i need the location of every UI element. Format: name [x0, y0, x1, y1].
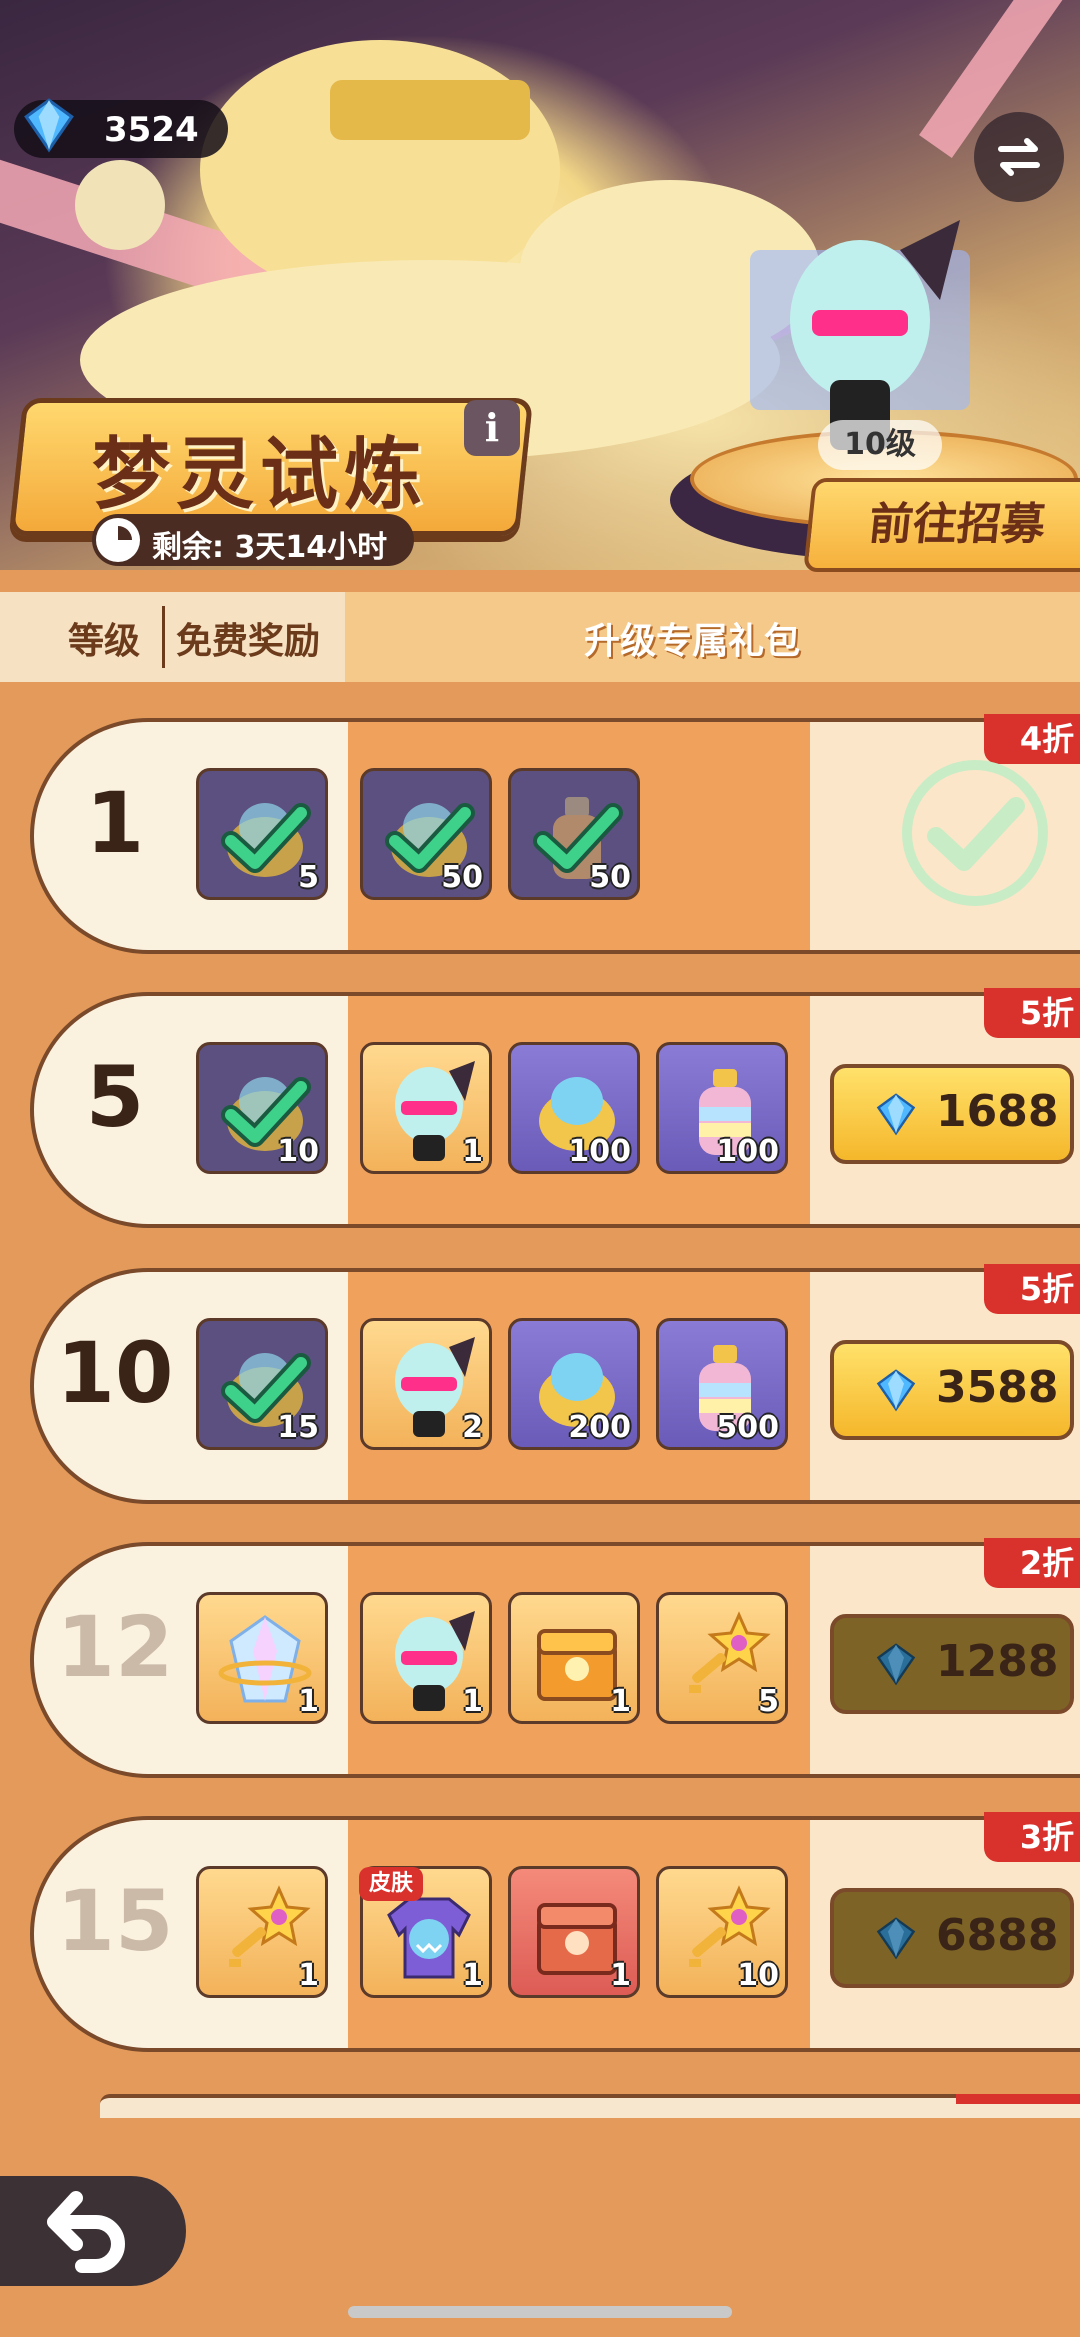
item-quantity: 100	[716, 1134, 779, 1169]
clock-icon	[96, 518, 140, 562]
discount-badge: 2折	[984, 1538, 1080, 1588]
header-upgrade-pack: 升级专属礼包	[584, 621, 801, 662]
buy-button[interactable]: 6888	[830, 1888, 1074, 1988]
pack-item[interactable]: 50	[360, 768, 492, 900]
discount-badge: 5折	[984, 988, 1080, 1038]
price-label: 1288	[936, 1636, 1059, 1687]
pack-item[interactable]: 1	[360, 1042, 492, 1174]
free-reward-item[interactable]: 10	[196, 1042, 328, 1174]
event-title: 梦灵试炼	[92, 430, 429, 520]
header-divider	[162, 606, 165, 668]
time-remaining: 剩余: 3天14小时	[92, 514, 414, 566]
reward-row-level-10: 10 15 2 200 500 5折 3588	[30, 1264, 1080, 1504]
home-indicator[interactable]	[348, 2306, 732, 2318]
gem-counter: 3524	[14, 98, 228, 158]
timer-text: 剩余: 3天14小时	[152, 530, 388, 565]
reward-row-level-1: 1 5 50 50 4折	[30, 714, 1080, 954]
item-quantity: 1	[610, 1684, 631, 1719]
diamond-icon	[876, 1917, 916, 1960]
swap-arrows-icon	[998, 138, 1040, 176]
item-quantity: 50	[589, 860, 631, 895]
pack-item[interactable]: 1	[360, 1592, 492, 1724]
item-quantity: 200	[568, 1410, 631, 1445]
discount-badge: 3折	[984, 1812, 1080, 1862]
swap-button[interactable]	[974, 112, 1064, 202]
item-quantity: 100	[568, 1134, 631, 1169]
buy-button[interactable]: 1288	[830, 1614, 1074, 1714]
pack-item[interactable]: 100	[508, 1042, 640, 1174]
hero-level-badge: 10级	[818, 420, 942, 470]
purchased-check-icon	[902, 760, 1048, 906]
discount-badge: 4折	[984, 714, 1080, 764]
discount-badge: 5折	[984, 1264, 1080, 1314]
row-level: 12	[56, 1598, 174, 1696]
gem-count: 3524	[104, 110, 199, 150]
row-level: 1	[85, 774, 145, 872]
buy-button[interactable]: 1688	[830, 1064, 1074, 1164]
pack-item[interactable]: 1	[508, 1592, 640, 1724]
diamond-icon	[876, 1643, 916, 1686]
item-quantity: 15	[277, 1410, 319, 1445]
row-level: 5	[85, 1048, 145, 1146]
item-quantity: 50	[441, 860, 483, 895]
back-arrow-icon	[47, 2191, 125, 2273]
diamond-icon	[24, 98, 74, 153]
pack-item[interactable]: 5	[656, 1592, 788, 1724]
reward-row-level-12: 12 1 1 1 5 2折 1288	[30, 1538, 1080, 1778]
item-quantity: 1	[462, 1134, 483, 1169]
free-reward-item[interactable]: 1	[196, 1866, 328, 1998]
pack-item[interactable]: 2	[360, 1318, 492, 1450]
price-label: 3588	[936, 1362, 1059, 1413]
reward-row-level-5: 5 10 1 100 100 5折 1688	[30, 988, 1080, 1228]
recruit-button[interactable]: 前往招募	[803, 478, 1080, 572]
price-label: 6888	[936, 1910, 1059, 1961]
free-reward-item[interactable]: 15	[196, 1318, 328, 1450]
item-quantity: 5	[298, 860, 319, 895]
free-reward-item[interactable]: 5	[196, 768, 328, 900]
item-quantity: 500	[716, 1410, 779, 1445]
reward-row-level-15: 15 1 皮肤 1 1 10 3折 6888	[30, 1812, 1080, 2052]
pack-item[interactable]: 500	[656, 1318, 788, 1450]
skin-tag: 皮肤	[359, 1867, 423, 1901]
price-label: 1688	[936, 1086, 1059, 1137]
header-free-reward: 免费奖励	[176, 621, 321, 662]
header-level: 等级	[68, 621, 141, 662]
item-quantity: 1	[610, 1958, 631, 1993]
info-button[interactable]: i	[464, 400, 520, 456]
row-level: 15	[56, 1872, 174, 1970]
item-quantity: 5	[758, 1684, 779, 1719]
item-quantity: 10	[737, 1958, 779, 1993]
pack-item[interactable]: 200	[508, 1318, 640, 1450]
row-level: 10	[56, 1324, 174, 1422]
pack-item[interactable]: 1	[508, 1866, 640, 1998]
item-quantity: 1	[298, 1958, 319, 1993]
diamond-icon	[876, 1369, 916, 1412]
next-row-edge	[100, 2094, 1080, 2118]
item-quantity: 2	[462, 1410, 483, 1445]
item-quantity: 1	[298, 1684, 319, 1719]
pack-item[interactable]: 10	[656, 1866, 788, 1998]
item-quantity: 1	[462, 1684, 483, 1719]
buy-button[interactable]: 3588	[830, 1340, 1074, 1440]
item-quantity: 1	[462, 1958, 483, 1993]
diamond-icon	[876, 1093, 916, 1136]
ghost-icon	[75, 160, 165, 250]
back-button[interactable]	[0, 2176, 186, 2286]
item-quantity: 10	[277, 1134, 319, 1169]
pack-item[interactable]: 100	[656, 1042, 788, 1174]
free-reward-item[interactable]: 1	[196, 1592, 328, 1724]
pack-item[interactable]: 皮肤 1	[359, 1866, 492, 1998]
pack-item[interactable]: 50	[508, 768, 640, 900]
